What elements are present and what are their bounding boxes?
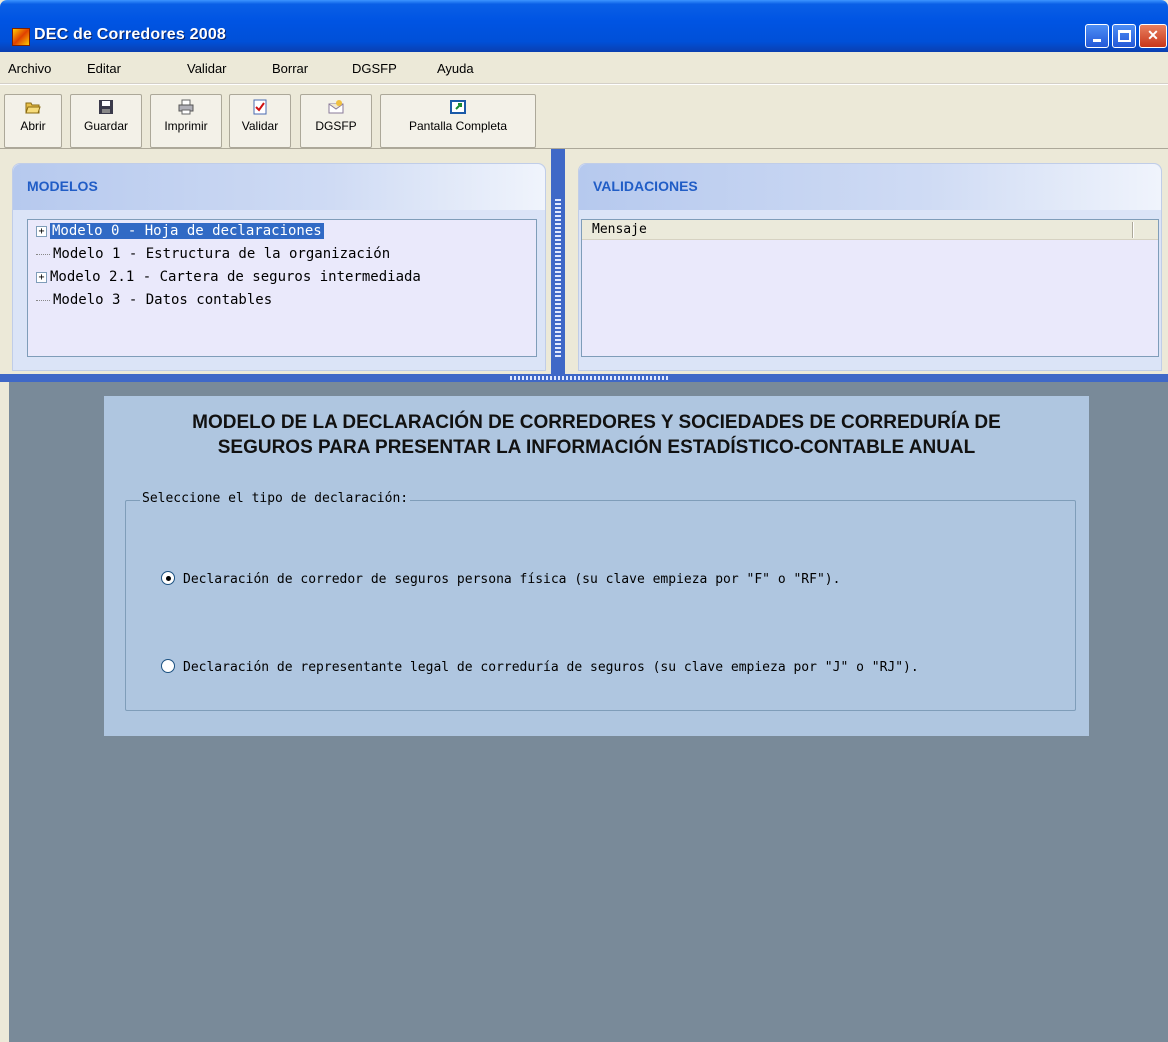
declaration-type-legend: Seleccione el tipo de declaración:	[140, 491, 411, 506]
modelos-panel-title: MODELOS	[13, 164, 545, 210]
minimize-button[interactable]	[1085, 24, 1109, 48]
maximize-icon	[1117, 30, 1131, 42]
imprimir-button[interactable]: Imprimir	[150, 94, 222, 148]
form-title: MODELO DE LA DECLARACIÓN DE CORREDORES Y…	[104, 410, 1089, 460]
guardar-label: Guardar	[83, 119, 129, 133]
tree-item-modelo-1[interactable]: Modelo 1 - Estructura de la organización	[36, 246, 390, 268]
tree-item-label: Modelo 1 - Estructura de la organización	[53, 246, 391, 262]
send-envelope-icon	[328, 100, 344, 114]
option-representante-legal[interactable]: Declaración de representante legal de co…	[161, 659, 919, 675]
horizontal-splitter[interactable]	[0, 374, 1168, 382]
vertical-splitter[interactable]	[551, 149, 565, 374]
title-bar[interactable]: DEC de Corredores 2008 ✕	[0, 0, 1168, 52]
close-icon: ✕	[1147, 27, 1159, 43]
tree-item-label: Modelo 0 - Hoja de declaraciones	[50, 223, 324, 239]
expand-plus-icon[interactable]: +	[36, 225, 47, 237]
tree-item-label: Modelo 3 - Datos contables	[53, 292, 273, 308]
abrir-button[interactable]: Abrir	[4, 94, 62, 148]
workspace: MODELO DE LA DECLARACIÓN DE CORREDORES Y…	[0, 382, 1168, 1042]
radio-representante-legal[interactable]	[161, 659, 175, 673]
tree-item-label: Modelo 2.1 - Cartera de seguros intermed…	[50, 269, 421, 285]
validar-label: Validar	[241, 119, 279, 133]
fullscreen-icon	[450, 100, 466, 114]
pantalla-completa-button[interactable]: Pantalla Completa	[380, 94, 536, 148]
validaciones-list[interactable]: Mensaje	[581, 219, 1159, 357]
dgsfp-button[interactable]: DGSFP	[300, 94, 372, 148]
form-title-line-1: MODELO DE LA DECLARACIÓN DE CORREDORES Y…	[192, 412, 1001, 433]
mensaje-column-header[interactable]: Mensaje	[582, 220, 1158, 240]
minimize-icon	[1093, 39, 1101, 42]
abrir-label: Abrir	[20, 119, 46, 133]
printer-icon	[178, 99, 194, 115]
modelos-panel: MODELOS + Modelo 0 - Hoja de declaracione…	[12, 163, 546, 371]
menu-bar: Archivo Editar Validar Borrar DGSFP Ayud…	[0, 52, 1168, 84]
top-panels: MODELOS + Modelo 0 - Hoja de declaracione…	[0, 149, 1168, 374]
modelos-tree[interactable]: + Modelo 0 - Hoja de declaraciones Modelo…	[27, 219, 537, 357]
imprimir-label: Imprimir	[164, 119, 208, 133]
mensaje-header-label: Mensaje	[592, 222, 647, 237]
validar-button[interactable]: Validar	[229, 94, 291, 148]
pantalla-completa-label: Pantalla Completa	[408, 119, 508, 133]
splitter-grip	[555, 199, 561, 359]
tree-item-modelo-3[interactable]: Modelo 3 - Datos contables	[36, 292, 272, 314]
validaciones-panel: VALIDACIONES Mensaje	[578, 163, 1162, 371]
guardar-button[interactable]: Guardar	[70, 94, 142, 148]
menu-editar[interactable]: Editar	[87, 61, 121, 76]
option-representante-legal-label: Declaración de representante legal de co…	[183, 660, 919, 675]
window-title: DEC de Corredores 2008	[34, 26, 227, 43]
tree-item-modelo-0[interactable]: + Modelo 0 - Hoja de declaraciones	[36, 223, 324, 245]
app-icon	[12, 28, 30, 46]
save-disk-icon	[99, 100, 113, 114]
tree-connector	[36, 253, 50, 255]
splitter-grip	[510, 376, 670, 380]
declaration-form-card: MODELO DE LA DECLARACIÓN DE CORREDORES Y…	[104, 396, 1089, 736]
expand-plus-icon[interactable]: +	[36, 271, 47, 283]
dgsfp-label: DGSFP	[315, 119, 357, 133]
declaration-type-group: Seleccione el tipo de declaración: Decla…	[125, 491, 1076, 711]
menu-validar[interactable]: Validar	[187, 61, 227, 76]
tree-connector	[36, 299, 50, 301]
validaciones-panel-title: VALIDACIONES	[579, 164, 1161, 210]
option-persona-fisica-label: Declaración de corredor de seguros perso…	[183, 572, 841, 587]
close-button[interactable]: ✕	[1139, 24, 1167, 48]
validate-check-icon	[253, 99, 267, 115]
option-persona-fisica[interactable]: Declaración de corredor de seguros perso…	[161, 571, 840, 587]
menu-archivo[interactable]: Archivo	[8, 61, 51, 76]
maximize-button[interactable]	[1112, 24, 1136, 48]
menu-borrar[interactable]: Borrar	[272, 61, 308, 76]
open-folder-icon	[25, 102, 41, 114]
toolbar: Abrir Guardar Imprimir Validar DGSFP Pan…	[0, 84, 1168, 149]
column-separator[interactable]	[1132, 222, 1134, 238]
tree-item-modelo-2-1[interactable]: + Modelo 2.1 - Cartera de seguros interme…	[36, 269, 421, 291]
radio-persona-fisica[interactable]	[161, 571, 175, 585]
menu-ayuda[interactable]: Ayuda	[437, 61, 474, 76]
form-title-line-2: SEGUROS PARA PRESENTAR LA INFORMACIÓN ES…	[217, 437, 976, 458]
menu-dgsfp[interactable]: DGSFP	[352, 61, 397, 76]
